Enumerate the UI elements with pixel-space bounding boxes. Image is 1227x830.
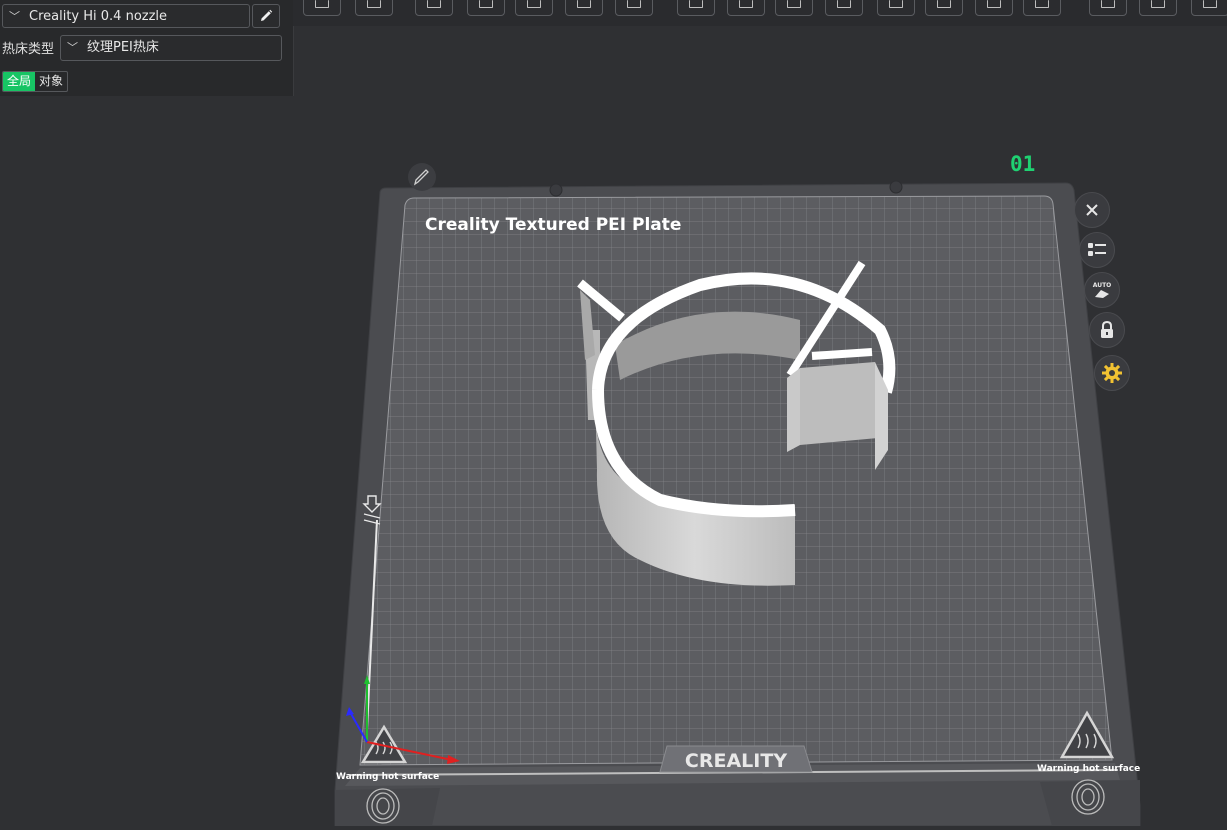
toolbar-button-cube[interactable] <box>303 0 341 16</box>
list-icon <box>1088 243 1106 256</box>
warning-label-right: Warning hot surface <box>1037 764 1140 774</box>
toolbar-button-support[interactable] <box>877 0 915 16</box>
auto-arrange-icon: AUTO <box>1093 282 1112 298</box>
toolbar-button-measure[interactable] <box>1023 0 1061 16</box>
toolbar-button-text[interactable] <box>975 0 1013 16</box>
toolbar-button-scale[interactable] <box>775 0 813 16</box>
toolbar-button-orient[interactable] <box>415 0 453 16</box>
svg-text:AUTO: AUTO <box>1093 282 1112 289</box>
close-icon <box>1086 204 1098 216</box>
remove-plate-button[interactable] <box>1074 192 1110 228</box>
toolbar-button-grid[interactable] <box>355 0 393 16</box>
plate-title: Creality Textured PEI Plate <box>425 215 681 235</box>
printer-select[interactable]: ﹀ Creality Hi 0.4 nozzle <box>2 4 250 28</box>
settings-panel: ﹀ Creality Hi 0.4 nozzle 热床类型 ﹀ 纹理PEI热床 全局… <box>0 0 294 96</box>
brand-logo: CREALITY <box>685 750 787 772</box>
chevron-down-icon: ﹀ <box>67 41 78 54</box>
toolbar-button-view[interactable] <box>1139 0 1177 16</box>
plate-list-button[interactable] <box>1079 232 1115 268</box>
top-toolbar <box>293 0 1227 26</box>
auto-orient-button[interactable]: AUTO <box>1084 272 1120 308</box>
edit-printer-button[interactable] <box>252 4 280 28</box>
toolbar-button-move[interactable] <box>677 0 715 16</box>
3d-viewport[interactable]: CREALITY Creality Textured PEI Plate War… <box>293 26 1227 827</box>
warning-label-left: Warning hot surface <box>336 772 439 782</box>
bed-type-select[interactable]: ﹀ 纹理PEI热床 <box>60 35 282 61</box>
pencil-icon <box>261 9 273 21</box>
tab-object[interactable]: 对象 <box>35 72 67 91</box>
printer-name: Creality Hi 0.4 nozzle <box>29 9 168 24</box>
plate-settings-button[interactable] <box>1094 355 1130 391</box>
settings-tabs: 全局 对象 <box>2 71 69 92</box>
tab-global[interactable]: 全局 <box>3 72 36 91</box>
toolbar-button-plate[interactable] <box>565 0 603 16</box>
chevron-down-icon: ﹀ <box>9 10 20 23</box>
toolbar-button-rotate[interactable] <box>727 0 765 16</box>
toolbar-button-arrange[interactable] <box>515 0 553 16</box>
gear-icon <box>1102 363 1122 383</box>
toolbar-button-more[interactable] <box>1191 0 1227 16</box>
plate-name-edit-icon[interactable] <box>408 163 436 191</box>
plate-number: 01 <box>1010 152 1036 176</box>
bed-type-label: 热床类型 <box>2 42 55 57</box>
toolbar-button-lay-flat[interactable] <box>467 0 505 16</box>
lock-plate-button[interactable] <box>1089 312 1125 348</box>
build-plate-scene: CREALITY Creality Textured PEI Plate War… <box>334 163 1141 827</box>
toolbar-button-cut[interactable] <box>825 0 863 16</box>
bed-type-value: 纹理PEI热床 <box>87 40 159 55</box>
lock-icon <box>1101 321 1113 338</box>
toolbar-button-split[interactable] <box>615 0 653 16</box>
toolbar-button-seam[interactable] <box>925 0 963 16</box>
toolbar-button-assembly[interactable] <box>1089 0 1127 16</box>
